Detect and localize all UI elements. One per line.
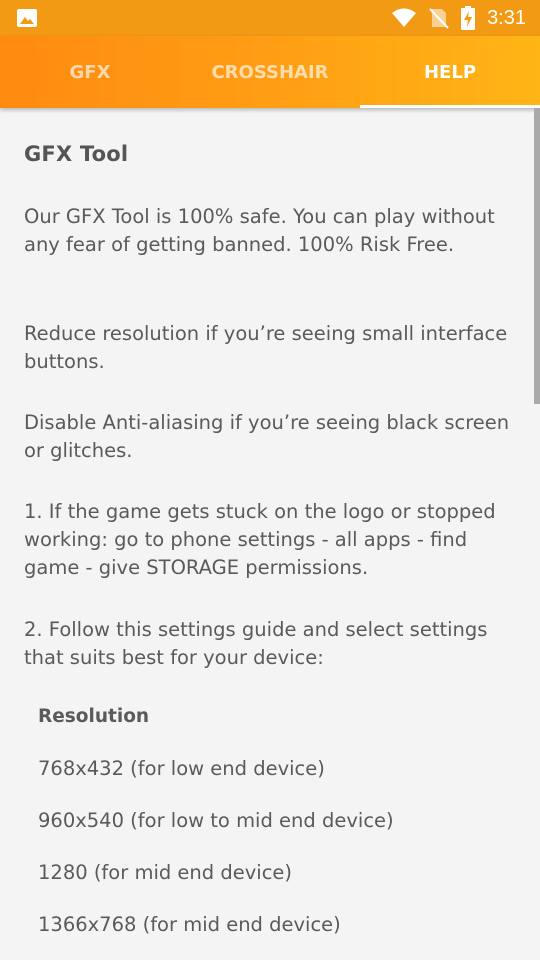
help-paragraph-antialiasing: Disable Anti-aliasing if you’re seeing b…: [24, 411, 510, 462]
tab-gfx[interactable]: GFX: [0, 36, 180, 108]
wifi-icon: [392, 8, 417, 27]
resolution-item: 768x432 (for low end device): [38, 757, 325, 780]
resolution-item: 960x540 (for low to mid end device): [38, 809, 394, 832]
resolution-item: 1366x768 (for mid end device): [38, 913, 341, 936]
status-time: 3:31: [487, 6, 526, 29]
resolution-item: 1280 (for mid end device): [38, 861, 293, 884]
help-paragraph-safety: Our GFX Tool is 100% safe. You can play …: [24, 205, 495, 256]
image-icon: [17, 9, 37, 27]
help-content[interactable]: GFX Tool Our GFX Tool is 100% safe. You …: [0, 108, 540, 960]
help-paragraph-resolution: Reduce resolution if you’re seeing small…: [24, 322, 508, 373]
help-title: GFX Tool: [24, 142, 129, 166]
help-paragraph-step-2: 2. Follow this settings guide and select…: [24, 618, 488, 669]
resolution-heading: Resolution: [38, 706, 150, 727]
tab-help[interactable]: HELP: [360, 36, 540, 108]
tab-crosshair[interactable]: CROSSHAIR: [180, 36, 360, 108]
help-paragraph-step-1: 1. If the game gets stuck on the logo or…: [24, 500, 496, 579]
no-sim-icon: [429, 8, 449, 29]
tab-bar: GFX CROSSHAIR HELP: [0, 36, 540, 108]
status-bar: 3:31: [0, 0, 540, 36]
scrollbar-thumb[interactable]: [534, 108, 540, 404]
battery-charging-icon: [461, 6, 476, 30]
